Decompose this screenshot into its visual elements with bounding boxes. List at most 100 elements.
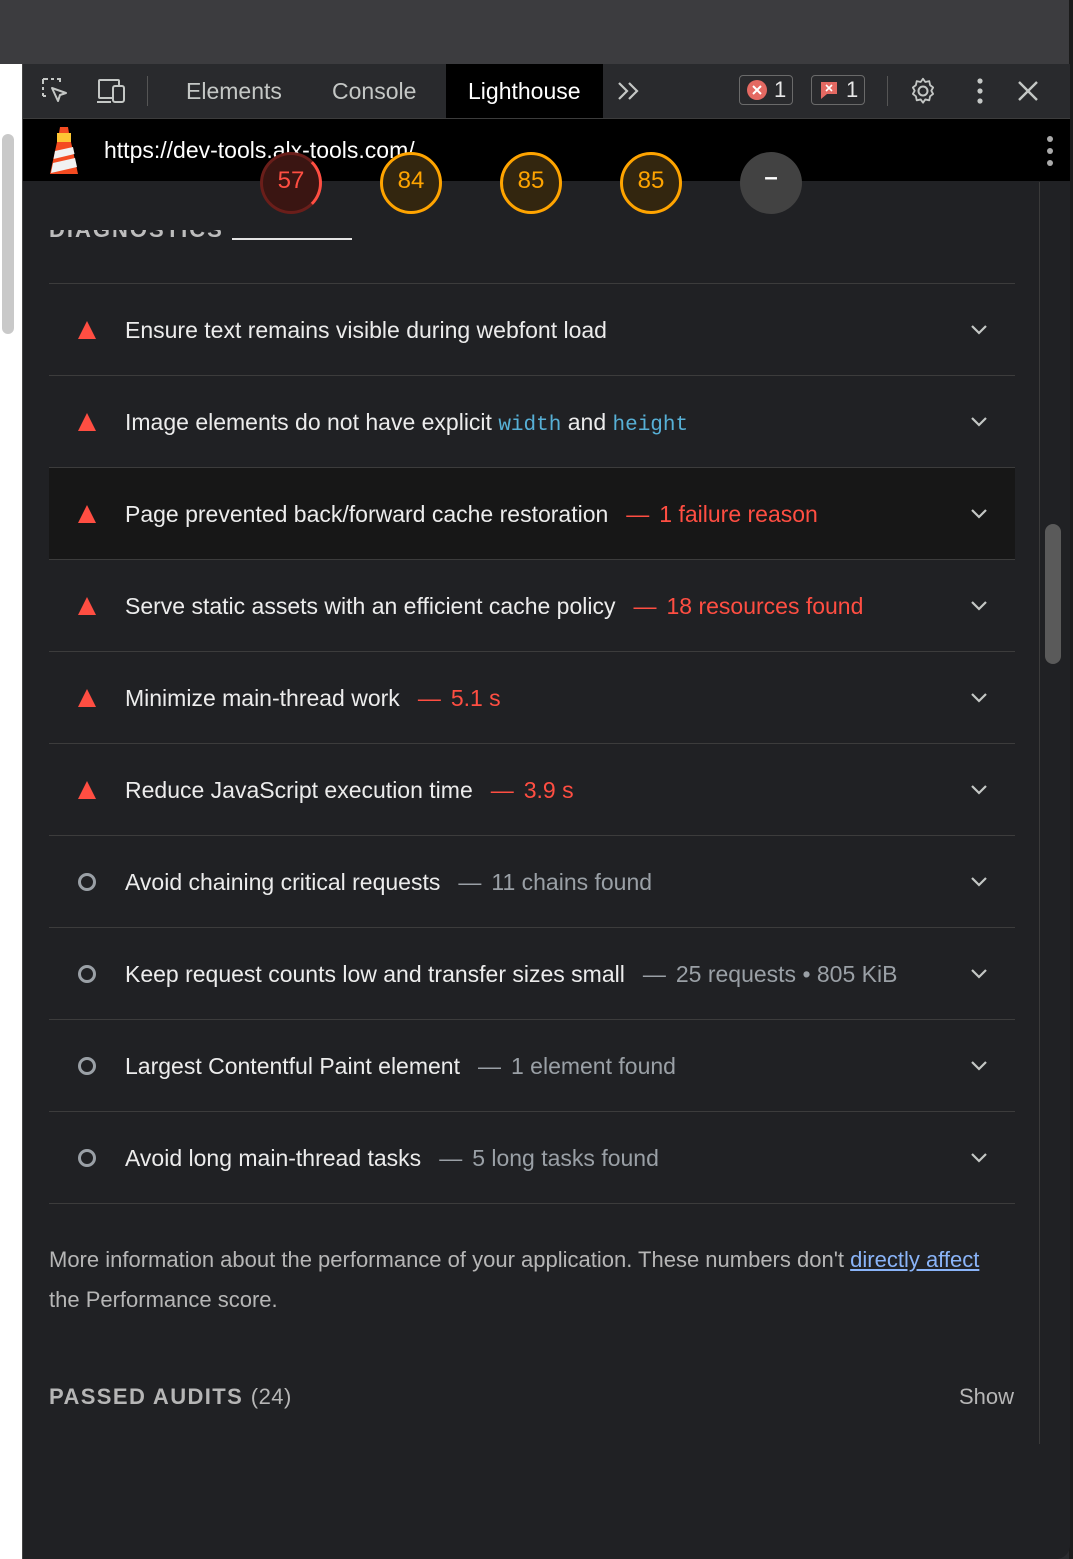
passed-audits-heading[interactable]: PASSED AUDITS (24) (49, 1384, 292, 1410)
pwa-score-gauge[interactable]: – (740, 152, 802, 214)
page-left-strip (0, 64, 22, 1559)
code-height: height (612, 414, 689, 437)
error-count: 1 (774, 77, 787, 102)
audit-display-value: 18 resources found (666, 593, 864, 619)
audit-separator: — (458, 869, 482, 895)
diagnostics-heading: DIAGNOSTICS (49, 230, 224, 240)
issues-count-badge[interactable]: 1 (811, 75, 866, 105)
panel-bottom-space (23, 1444, 1070, 1559)
fail-triangle-icon (78, 597, 96, 615)
audit-title: Keep request counts low and transfer siz… (125, 961, 625, 987)
performance-score-gauge[interactable]: 57 (260, 152, 322, 214)
audit-separator: — (642, 961, 666, 987)
audit-title: Page prevented back/forward cache restor… (125, 501, 609, 527)
audit-row[interactable]: Minimize main-thread work — 5.1 s (49, 651, 1015, 743)
panel-scrollbar-thumb[interactable] (1045, 524, 1061, 664)
fail-triangle-icon (78, 413, 96, 431)
error-icon (747, 80, 767, 100)
description-text-end: the Performance score. (49, 1287, 278, 1312)
seo-score-gauge[interactable]: 85 (620, 152, 682, 214)
settings-gear-icon[interactable] (907, 76, 939, 106)
inspect-element-icon[interactable] (39, 76, 71, 106)
audit-title: Minimize main-thread work (125, 685, 400, 711)
audit-title-and: and (561, 409, 613, 435)
audit-separator: — (633, 593, 657, 619)
close-devtools-icon[interactable] (1012, 76, 1044, 106)
tab-console[interactable]: Console (310, 64, 438, 118)
audit-title: Serve static assets with an efficient ca… (125, 593, 616, 619)
directly-affect-link[interactable]: directly affect (850, 1247, 979, 1272)
report-url[interactable]: https://dev-tools.alx-tools.com/ (104, 119, 415, 181)
audit-title: Reduce JavaScript execution time (125, 777, 473, 803)
accessibility-score-gauge[interactable]: 84 (380, 152, 442, 214)
audit-row[interactable]: Largest Contentful Paint element — 1 eleme… (49, 1019, 1015, 1111)
issue-flag-icon (821, 82, 837, 99)
audit-title: Avoid long main-thread tasks (125, 1145, 422, 1171)
audit-display-value: 1 failure reason (659, 501, 818, 527)
chevron-down-icon[interactable] (969, 1056, 989, 1076)
more-tabs-icon[interactable] (613, 76, 645, 106)
audit-separator: — (439, 1145, 463, 1171)
audit-row[interactable]: Serve static assets with an efficient ca… (49, 559, 1015, 651)
code-width: width (498, 414, 562, 437)
audit-row[interactable]: Reduce JavaScript execution time — 3.9 s (49, 743, 1015, 835)
chevron-down-icon[interactable] (969, 320, 989, 340)
audit-title: Avoid chaining critical requests (125, 869, 441, 895)
fail-triangle-icon (78, 505, 96, 523)
audit-title: Image elements do not have explicit (125, 409, 499, 435)
audit-display-value: 5.1 s (450, 685, 501, 711)
device-toolbar-icon[interactable] (95, 76, 127, 106)
fail-triangle-icon (78, 689, 96, 707)
toolbar-divider (887, 76, 888, 106)
active-section-underline (232, 238, 352, 240)
chevron-down-icon[interactable] (969, 596, 989, 616)
lighthouse-logo-icon (50, 127, 78, 174)
tab-elements[interactable]: Elements (164, 64, 304, 118)
audit-title: Ensure text remains visible during webfo… (125, 317, 607, 343)
info-circle-icon (78, 965, 96, 983)
info-circle-icon (78, 1149, 96, 1167)
chevron-down-icon[interactable] (969, 780, 989, 800)
audit-row[interactable]: Page prevented back/forward cache restor… (49, 467, 1015, 559)
chevron-down-icon[interactable] (969, 872, 989, 892)
chevron-down-icon[interactable] (969, 504, 989, 524)
devtools-panel: Elements Console Lighthouse 1 1 https://… (22, 64, 1070, 1559)
info-circle-icon (78, 873, 96, 891)
devtools-tab-bar: Elements Console Lighthouse 1 1 (23, 64, 1070, 119)
audit-separator: — (490, 777, 514, 803)
chevron-down-icon[interactable] (969, 1148, 989, 1168)
diagnostics-description: More information about the performance o… (49, 1240, 1009, 1320)
audit-row[interactable]: Keep request counts low and transfer siz… (49, 927, 1015, 1019)
audit-display-value: 3.9 s (523, 777, 574, 803)
info-circle-icon (78, 1057, 96, 1075)
audit-display-value: 5 long tasks found (472, 1145, 659, 1171)
panel-scroll-track (1039, 182, 1040, 1444)
show-passed-audits-button[interactable]: Show (959, 1384, 1014, 1410)
audit-row[interactable]: Image elements do not have explicit widt… (49, 375, 1015, 467)
more-options-icon[interactable] (964, 76, 996, 106)
best-practices-score-gauge[interactable]: 85 (500, 152, 562, 214)
issues-count: 1 (846, 77, 859, 102)
audit-separator: — (626, 501, 650, 527)
audit-row[interactable]: Avoid long main-thread tasks — 5 long task… (49, 1111, 1015, 1203)
chevron-down-icon[interactable] (969, 688, 989, 708)
chevron-down-icon[interactable] (969, 964, 989, 984)
audit-display-value: 1 element found (510, 1053, 676, 1079)
diagnostics-audit-list: Ensure text remains visible during webfo… (49, 283, 1015, 1204)
description-text: More information about the performance o… (49, 1247, 851, 1272)
report-menu-icon[interactable] (1044, 135, 1056, 167)
tab-lighthouse[interactable]: Lighthouse (446, 64, 603, 118)
audit-row[interactable]: Avoid chaining critical requests — 11 chai… (49, 835, 1015, 927)
page-scrollbar[interactable] (2, 134, 14, 334)
toolbar-divider (147, 76, 148, 106)
passed-audits-label: PASSED AUDITS (49, 1384, 244, 1409)
audit-display-value: 11 chains found (491, 869, 653, 895)
passed-audits-count: (24) (250, 1384, 292, 1409)
chevron-down-icon[interactable] (969, 412, 989, 432)
error-count-badge[interactable]: 1 (739, 75, 794, 105)
audit-display-value: 25 requests • 805 KiB (675, 961, 898, 987)
audit-row[interactable]: Ensure text remains visible during webfo… (49, 283, 1015, 375)
audit-separator: — (477, 1053, 501, 1079)
audit-separator: — (417, 685, 441, 711)
browser-top-bar (0, 0, 1069, 65)
